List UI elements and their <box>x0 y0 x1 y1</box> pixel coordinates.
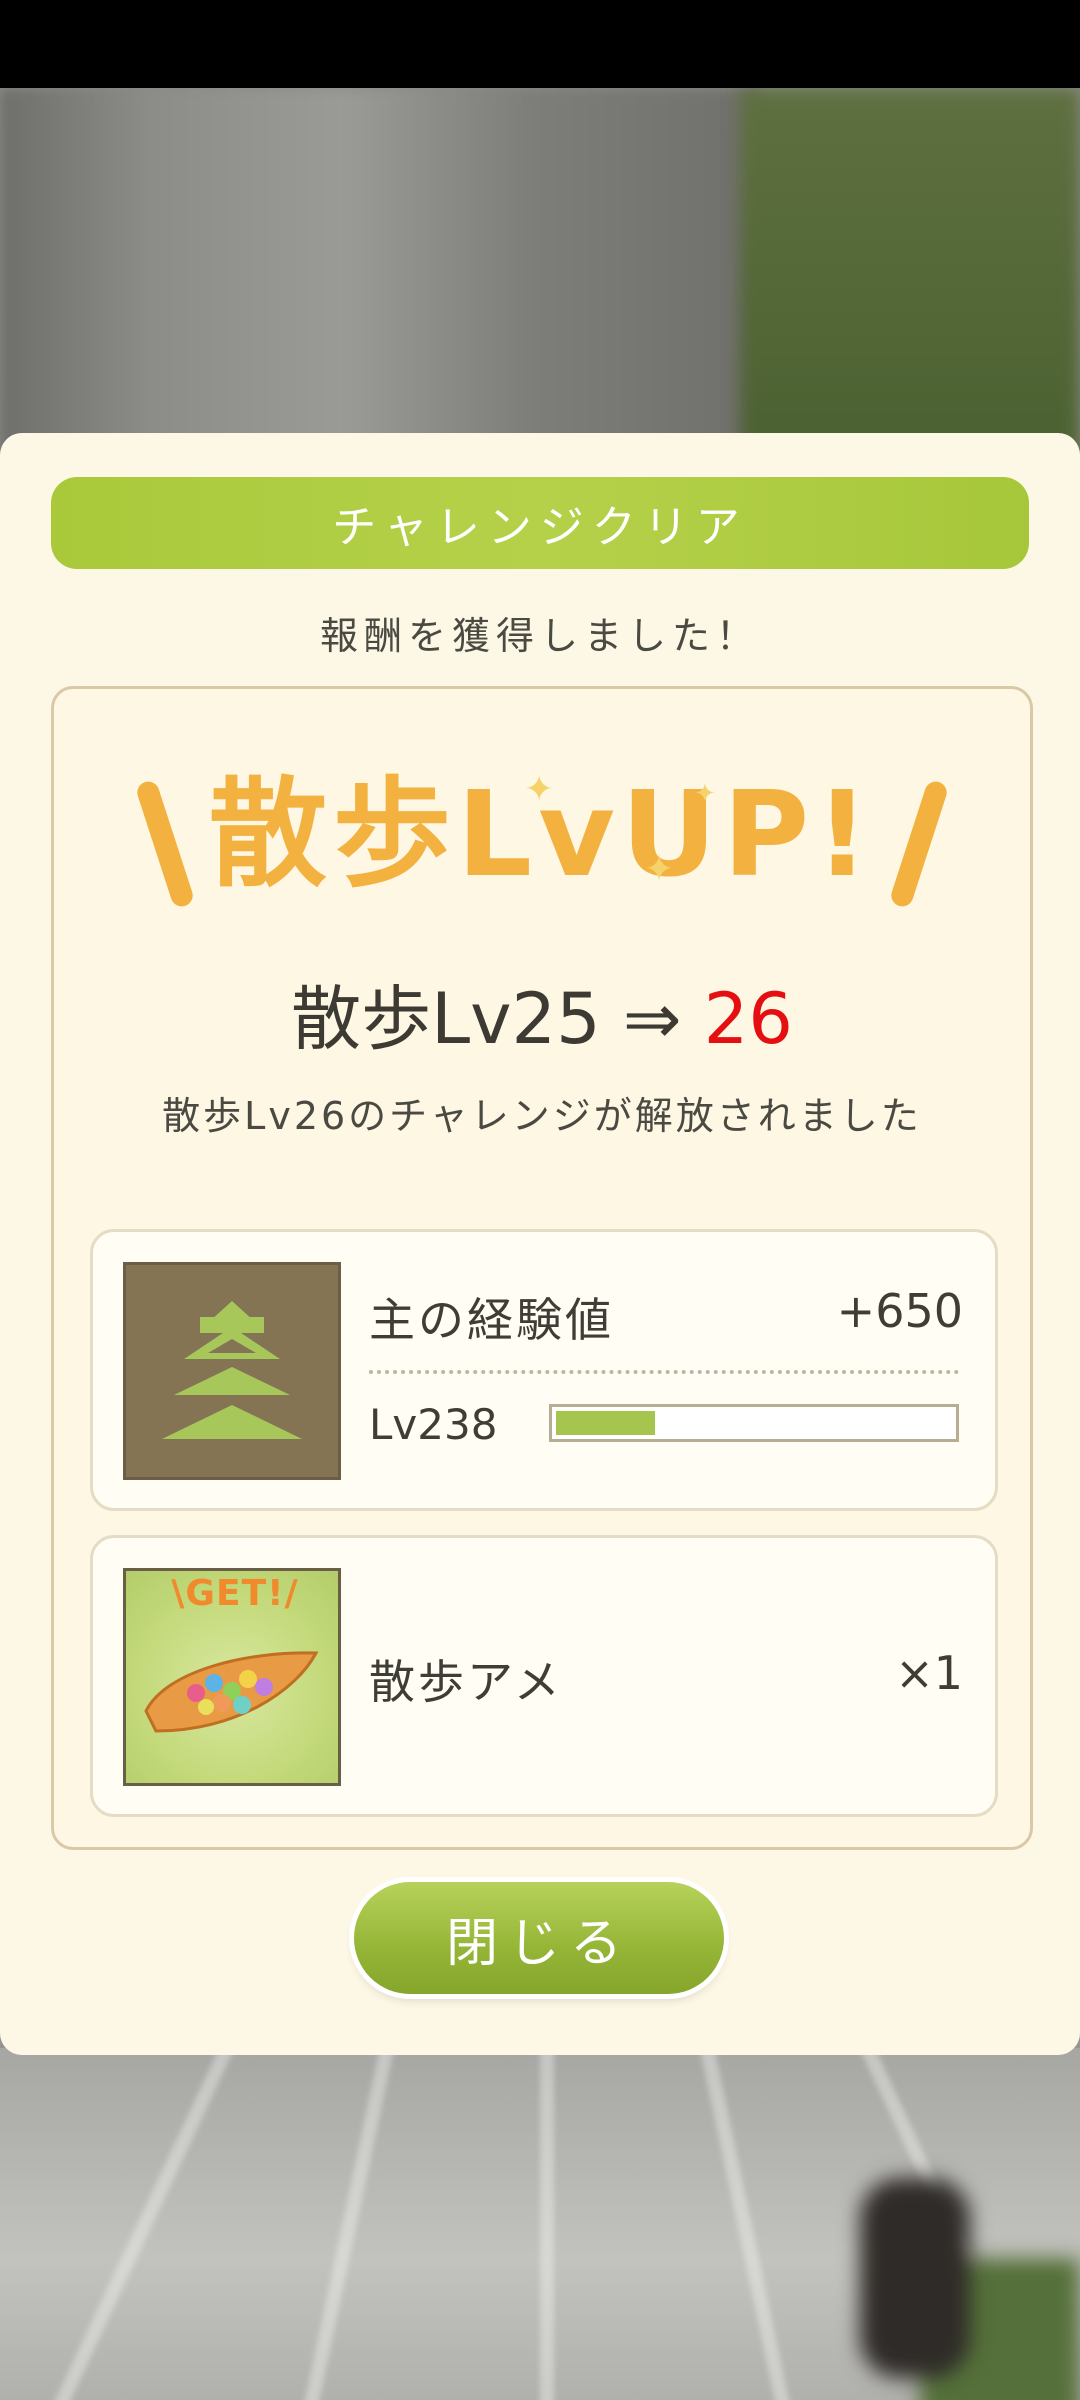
sparkle-icon: ✦ <box>694 779 716 809</box>
status-bar <box>0 0 1080 88</box>
sparkle-icon: ✦ <box>644 849 675 890</box>
level-change: 散歩Lv25 ⇒ 26 <box>54 963 1030 1064</box>
castle-icon <box>123 1262 341 1480</box>
candy-icon: \GET!/ <box>123 1568 341 1786</box>
right-slash-decoration <box>888 778 950 910</box>
exp-progress-bar <box>549 1404 959 1442</box>
close-button[interactable]: 閉じる <box>354 1882 724 1994</box>
sparkle-icon: ✦ <box>524 769 555 810</box>
reward-label: 散歩アメ <box>369 1655 563 1709</box>
challenge-clear-banner: チャレンジクリア <box>51 477 1029 569</box>
close-button-label: 閉じる <box>445 1913 632 1974</box>
player-level: Lv238 <box>369 1400 498 1449</box>
lvup-heading: 散歩LvUP! ✦ ✦ ✦ <box>54 759 1030 910</box>
new-level: 26 <box>703 978 793 1060</box>
reward-content: 散歩LvUP! ✦ ✦ ✦ 散歩Lv25 ⇒ 26 散歩Lv26のチャレンジが解… <box>51 686 1033 1850</box>
reward-value: +650 <box>836 1284 963 1338</box>
reward-item-experience: 主の経験値 +650 Lv238 <box>90 1229 998 1511</box>
reward-label: 主の経験値 <box>369 1293 614 1347</box>
unlock-message: 散歩Lv26のチャレンジが解放されました <box>162 1094 922 1138</box>
left-slash-decoration <box>134 778 196 910</box>
reward-value: ×1 <box>895 1646 963 1700</box>
reward-subtitle: 報酬を獲得しました！ <box>319 614 760 658</box>
exp-progress-fill <box>556 1411 655 1435</box>
banner-title: チャレンジクリア <box>332 502 748 553</box>
divider <box>369 1370 959 1374</box>
reward-item-candy: \GET!/ 散歩アメ ×1 <box>90 1535 998 1817</box>
level-change-text: 散歩Lv25 ⇒ <box>291 978 704 1060</box>
reward-dialog: チャレンジクリア 報酬を獲得しました！ 散歩LvUP! ✦ ✦ ✦ 散歩Lv25… <box>0 433 1080 2055</box>
